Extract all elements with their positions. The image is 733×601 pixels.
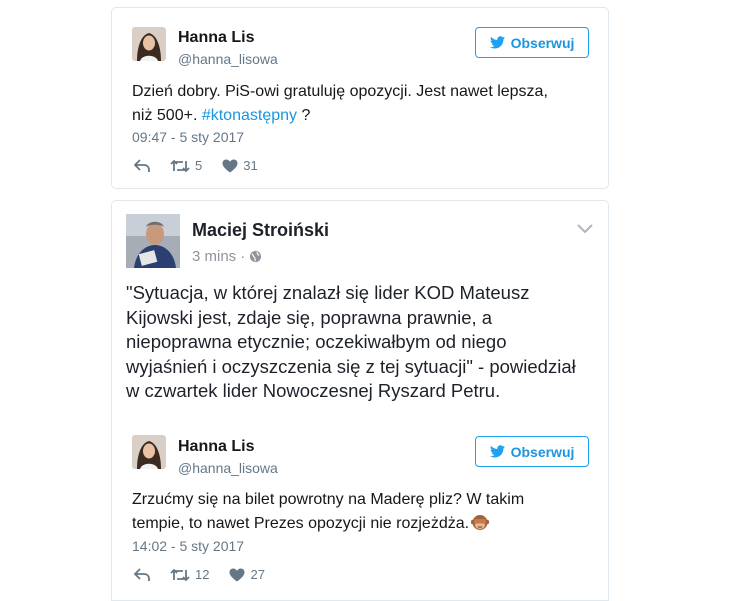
tweet-text: Zrzućmy się na bilet powrotny na Maderę … [132,488,572,536]
follow-button[interactable]: Obserwuj [475,27,589,58]
author-handle[interactable]: @hanna_lisowa [178,460,278,476]
fb-avatar[interactable] [126,214,180,268]
facebook-post-card: Maciej Stroiński 3 mins · "Sytuacja, w k… [111,200,609,422]
fb-author-name[interactable]: Maciej Stroiński [192,220,329,241]
retweet-count: 12 [195,567,210,582]
author-handle[interactable]: @hanna_lisowa [178,51,278,67]
retweet-count: 5 [195,158,203,173]
tweet-card-1: Hanna Lis @hanna_lisowa Obserwuj Dzień d… [111,7,609,189]
twitter-bird-icon [489,445,505,458]
author-name[interactable]: Hanna Lis [178,438,254,456]
tweet-timestamp[interactable]: 09:47 - 5 sty 2017 [132,129,244,145]
hashtag-link[interactable]: #ktonastępny [202,107,297,124]
fb-post-text: "Sytuacja, w której znalazł się lider KO… [126,282,576,401]
author-name[interactable]: Hanna Lis [178,29,254,47]
retweet-icon [170,568,190,581]
reply-icon [134,567,150,581]
tweet-text-after: ? [297,107,311,124]
fb-meta-separator: · [240,248,246,265]
avatar[interactable] [132,27,166,61]
follow-button[interactable]: Obserwuj [475,436,589,467]
like-button[interactable]: 31 [222,158,258,173]
like-count: 31 [243,158,258,173]
tweet-text: Dzień dobry. PiS-owi gratuluję opozycji.… [132,80,572,128]
heart-icon [229,568,245,581]
globe-icon[interactable] [249,250,262,263]
follow-label: Obserwuj [510,443,575,460]
reply-button[interactable] [134,158,150,173]
reply-icon [134,158,150,172]
fb-post-meta: 3 mins · [192,248,262,265]
twitter-bird-icon [489,36,505,49]
tweet-timestamp[interactable]: 14:02 - 5 sty 2017 [132,538,244,554]
fb-post-time[interactable]: 3 mins [192,248,236,265]
tweet-actions: 5 31 [134,158,278,173]
tweet-text-before: Dzień dobry. PiS-owi gratuluję opozycji.… [132,83,548,124]
reply-button[interactable] [134,567,150,582]
retweet-button[interactable]: 12 [170,567,209,582]
avatar[interactable] [132,435,166,469]
tweet-actions: 12 27 [134,567,285,582]
heart-icon [222,159,238,172]
like-button[interactable]: 27 [229,567,265,582]
retweet-button[interactable]: 5 [170,158,202,173]
chevron-down-icon[interactable] [576,223,594,235]
tweet-text-body: Zrzućmy się na bilet powrotny na Maderę … [132,491,525,532]
see-no-evil-monkey-icon [470,515,490,530]
retweet-icon [170,159,190,172]
follow-label: Obserwuj [510,34,575,51]
like-count: 27 [250,567,265,582]
tweet-card-2: Hanna Lis @hanna_lisowa Obserwuj Zrzućmy… [111,421,609,601]
